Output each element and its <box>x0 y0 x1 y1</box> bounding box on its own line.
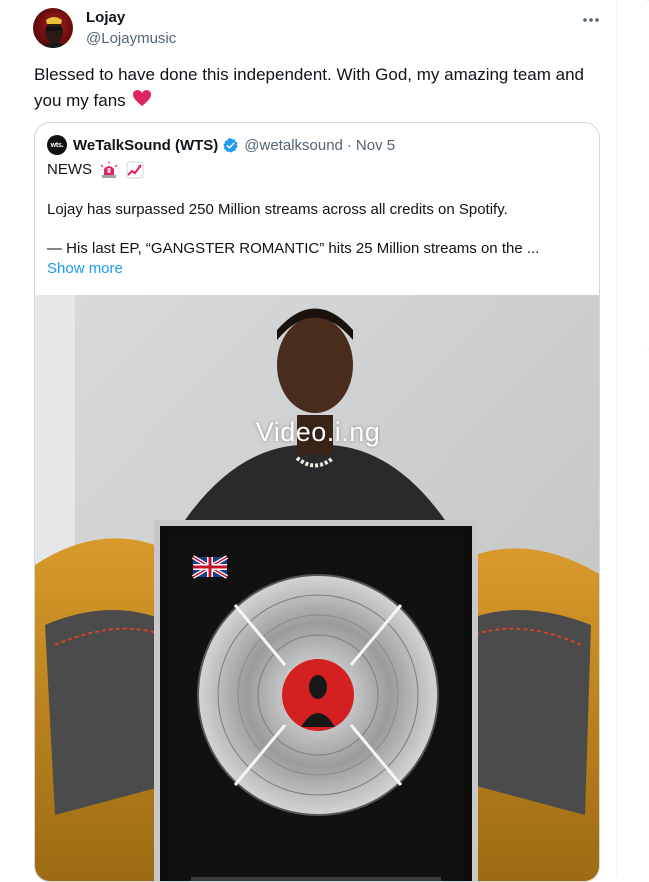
quoted-author-avatar[interactable]: wts. <box>47 135 67 155</box>
chart-increasing-icon <box>126 161 144 179</box>
quoted-line-streams: Lojay has surpassed 250 Million streams … <box>47 201 508 218</box>
quoted-author-handle[interactable]: @wetalksound <box>244 137 343 154</box>
quoted-line-ep: — His last EP, “GANGSTER ROMANTIC” hits … <box>47 240 540 257</box>
tweet-column: Lojay @Lojaymusic Blessed to have done t… <box>0 0 617 882</box>
police-light-icon <box>100 161 118 179</box>
quoted-author-name[interactable]: WeTalkSound (WTS) <box>73 137 218 154</box>
tweet-text-content: Blessed to have done this independent. W… <box>34 65 584 110</box>
more-dots-icon <box>583 18 599 22</box>
more-options-button[interactable] <box>578 12 604 28</box>
show-more-link[interactable]: Show more <box>47 259 123 279</box>
author-handle[interactable]: @Lojaymusic <box>86 30 176 48</box>
red-heart-icon <box>132 89 152 115</box>
news-label: NEWS <box>47 161 92 178</box>
date-separator: · <box>346 136 352 154</box>
quoted-line-news: NEWS <box>47 160 144 180</box>
author-name[interactable]: Lojay <box>86 9 125 27</box>
right-sidebar-card-edge <box>645 0 649 350</box>
quoted-tweet-header: wts. WeTalkSound (WTS) @wetalksound · No… <box>47 135 395 155</box>
plaque-photo <box>35 295 599 881</box>
verified-badge-icon <box>222 137 239 154</box>
tweet-text: Blessed to have done this independent. W… <box>34 62 604 115</box>
quoted-tweet[interactable]: wts. WeTalkSound (WTS) @wetalksound · No… <box>34 122 600 882</box>
quoted-tweet-date[interactable]: Nov 5 <box>356 137 395 154</box>
author-avatar[interactable] <box>33 8 73 48</box>
media-watermark: Video.i.ng <box>255 417 381 447</box>
quoted-media-image[interactable]: Video.i.ng <box>35 295 599 881</box>
